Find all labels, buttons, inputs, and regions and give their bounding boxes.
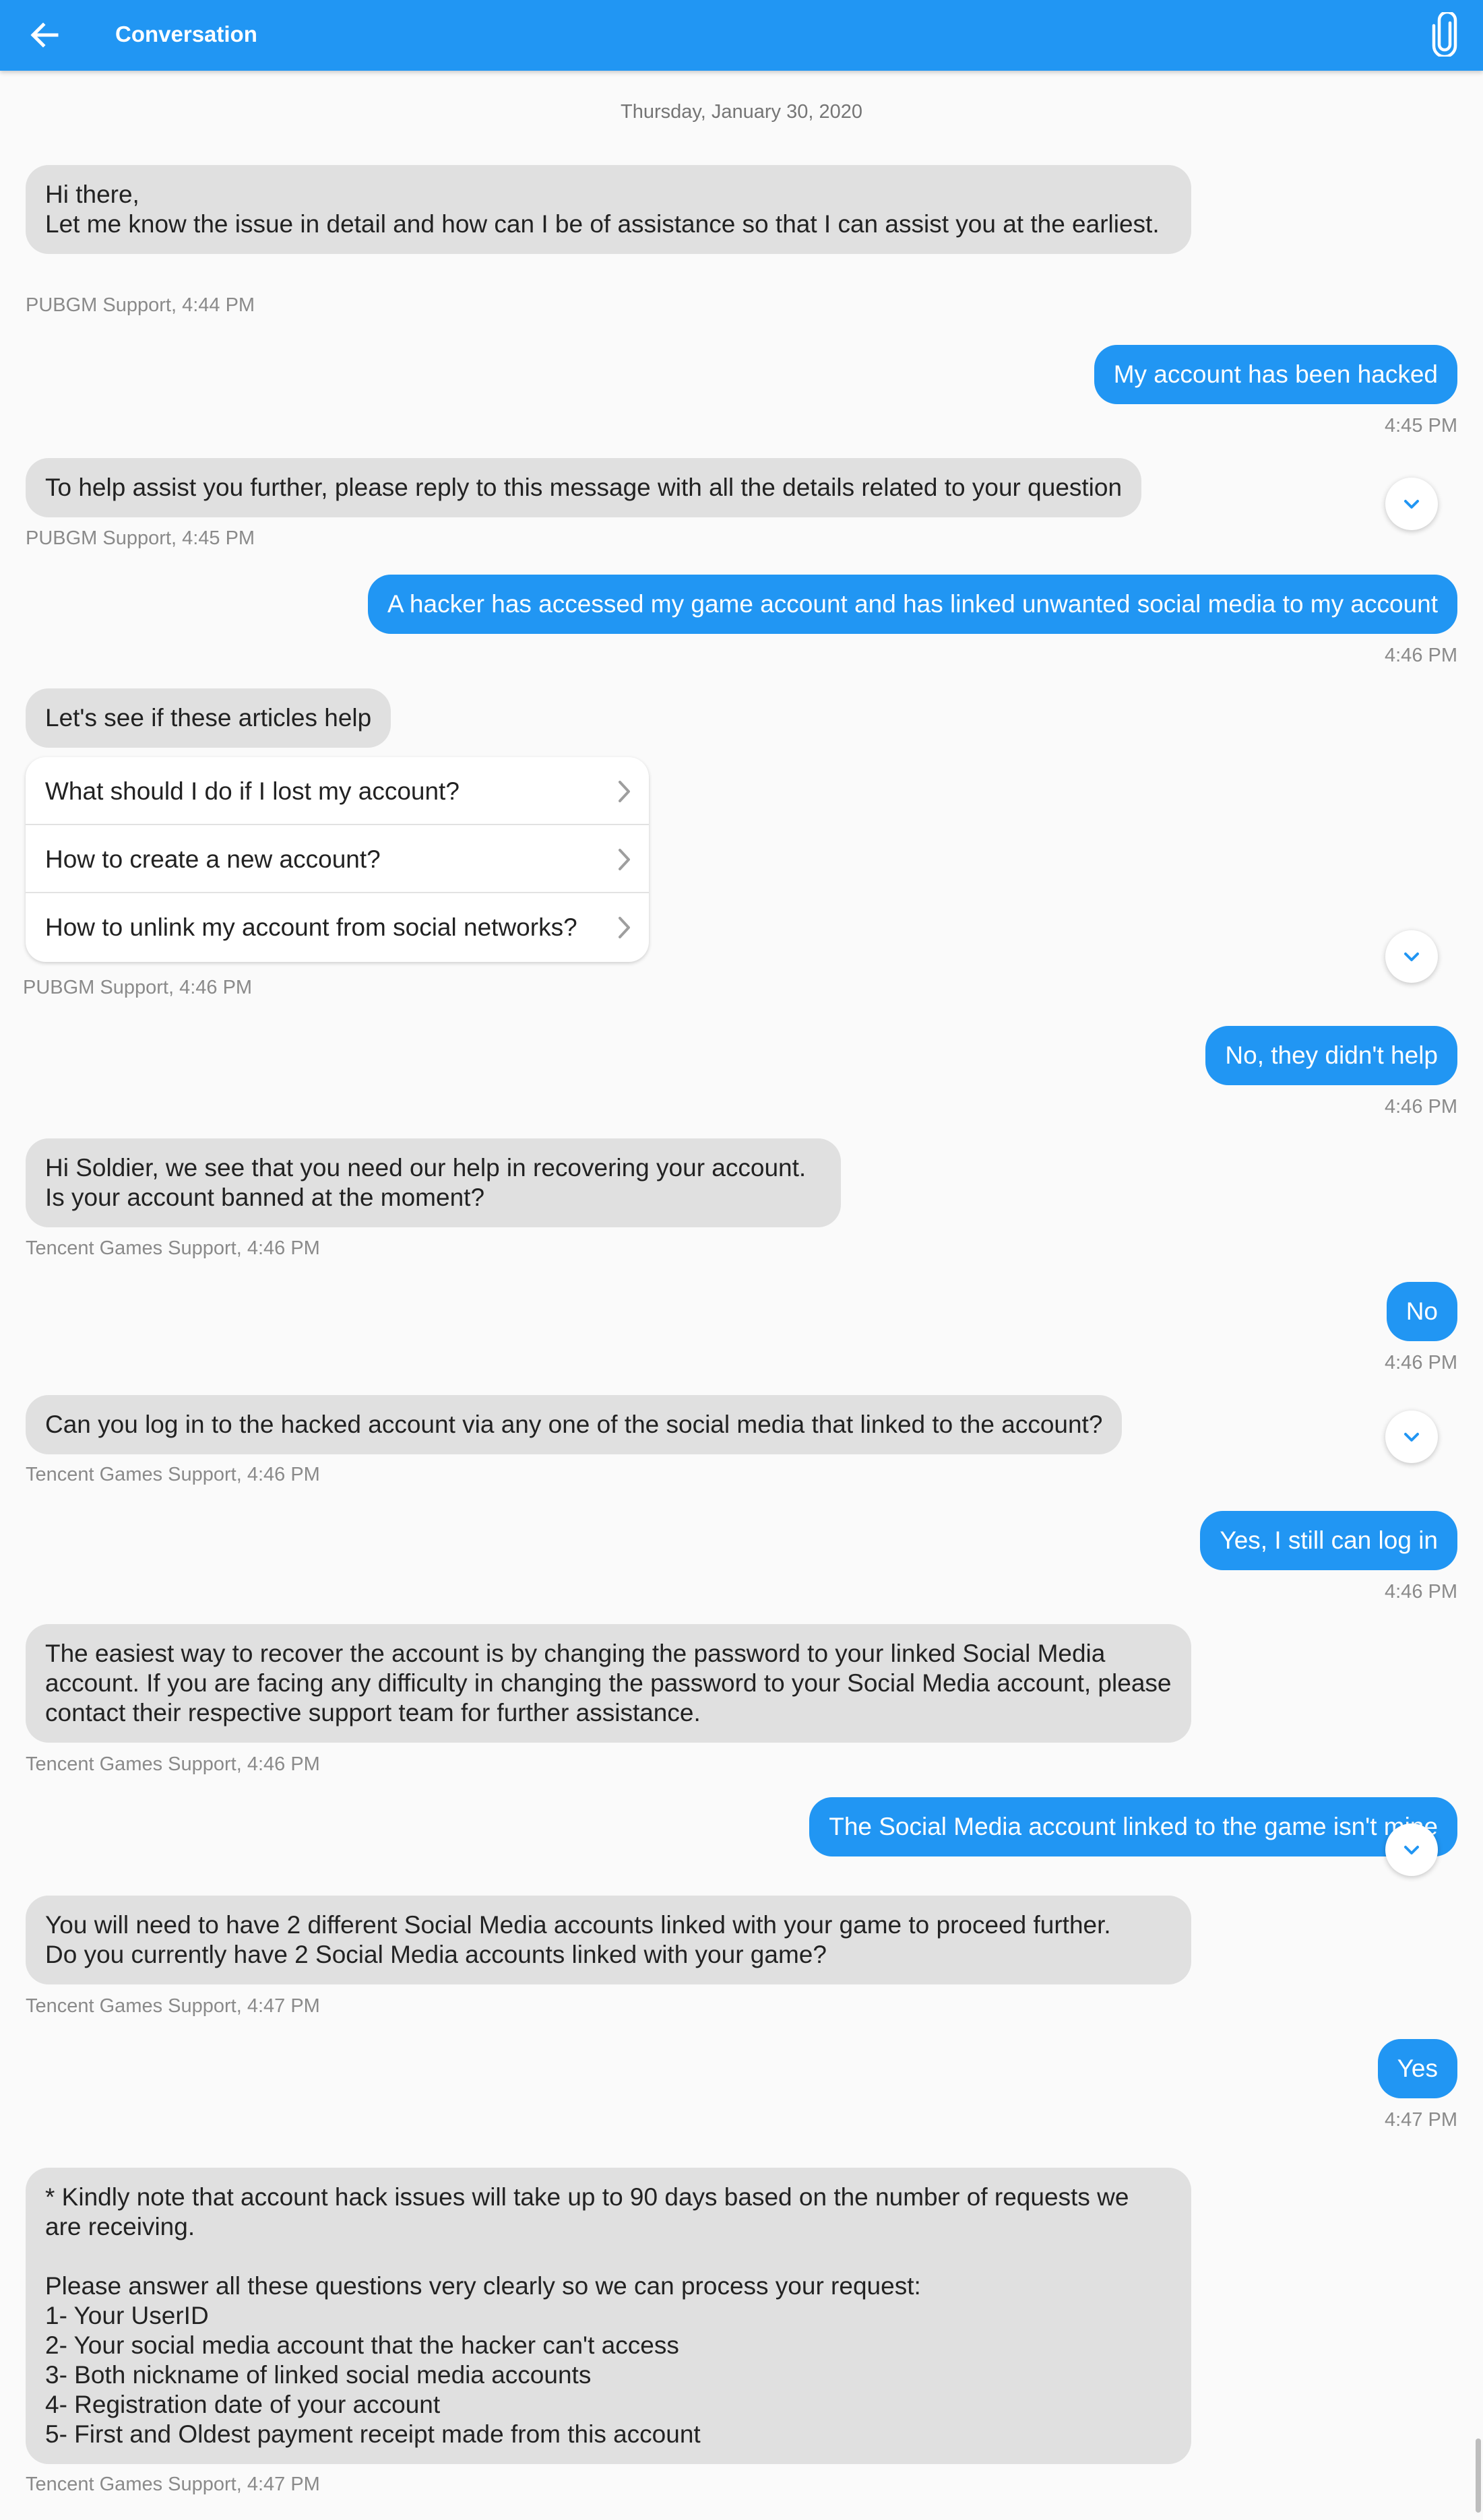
outgoing-message: My account has been hacked [1094, 345, 1457, 404]
message-meta: 4:46 PM [1385, 1096, 1457, 1118]
attach-button[interactable] [1430, 10, 1459, 59]
message-meta: Tencent Games Support, 4:47 PM [26, 2474, 320, 2495]
scroll-down-button[interactable] [1385, 930, 1438, 983]
page-title: Conversation [115, 22, 257, 46]
chevron-down-icon [1404, 1846, 1419, 1854]
article-link[interactable]: What should I do if I lost my account? [26, 757, 649, 825]
incoming-message: To help assist you further, please reply… [26, 458, 1142, 517]
chevron-right-icon [619, 849, 630, 870]
incoming-message: * Kindly note that account hack issues w… [26, 2168, 1191, 2464]
article-title: How to create a new account? [45, 845, 381, 873]
chevron-down-icon [1404, 952, 1419, 961]
arrow-left-icon [30, 22, 59, 48]
scroll-down-button[interactable] [1385, 1411, 1438, 1463]
outgoing-message: No, they didn't help [1205, 1026, 1457, 1085]
outgoing-message: The Social Media account linked to the g… [809, 1797, 1457, 1856]
message-meta: Tencent Games Support, 4:47 PM [26, 1995, 320, 2017]
scroll-down-button[interactable] [1385, 1823, 1438, 1876]
app-bar: Conversation [0, 0, 1483, 71]
article-title: How to unlink my account from social net… [45, 913, 577, 941]
message-meta: 4:46 PM [1385, 1581, 1457, 1603]
back-button[interactable] [27, 18, 62, 53]
outgoing-message: No [1386, 1282, 1457, 1341]
message-meta: 4:46 PM [1385, 645, 1457, 666]
message-meta: 4:45 PM [1385, 415, 1457, 437]
article-title: What should I do if I lost my account? [45, 777, 460, 805]
incoming-message: Let's see if these articles help [26, 688, 391, 748]
incoming-message: Can you log in to the hacked account via… [26, 1395, 1123, 1454]
incoming-message: Hi there, Let me know the issue in detai… [26, 165, 1191, 254]
outgoing-message: A hacker has accessed my game account an… [368, 575, 1457, 634]
paperclip-icon [1432, 10, 1457, 59]
chevron-down-icon [1404, 500, 1419, 509]
message-meta: Tencent Games Support, 4:46 PM [26, 1464, 320, 1485]
message-meta: PUBGM Support, 4:44 PM [26, 294, 255, 316]
scrollbar[interactable] [1476, 2438, 1481, 2513]
article-link[interactable]: How to unlink my account from social net… [26, 893, 649, 961]
outgoing-message: Yes [1377, 2039, 1457, 2098]
message-meta: PUBGM Support, 4:45 PM [26, 527, 255, 549]
chevron-right-icon [619, 781, 630, 802]
chevron-down-icon [1404, 1433, 1419, 1442]
message-meta: 4:46 PM [1385, 1352, 1457, 1374]
message-meta: 4:47 PM [1385, 2109, 1457, 2131]
date-separator: Thursday, January 30, 2020 [621, 101, 862, 123]
article-suggestions: What should I do if I lost my account? H… [26, 757, 649, 962]
outgoing-message: Yes, I still can log in [1200, 1511, 1457, 1570]
chevron-right-icon [619, 917, 630, 938]
incoming-message: The easiest way to recover the account i… [26, 1624, 1191, 1743]
message-meta: Tencent Games Support, 4:46 PM [26, 1237, 320, 1259]
incoming-message: You will need to have 2 different Social… [26, 1896, 1191, 1984]
article-link[interactable]: How to create a new account? [26, 825, 649, 893]
message-meta: Tencent Games Support, 4:46 PM [26, 1753, 320, 1775]
message-meta: PUBGM Support, 4:46 PM [23, 977, 253, 998]
scroll-down-button[interactable] [1385, 478, 1438, 530]
incoming-message: Hi Soldier, we see that you need our hel… [26, 1138, 841, 1227]
